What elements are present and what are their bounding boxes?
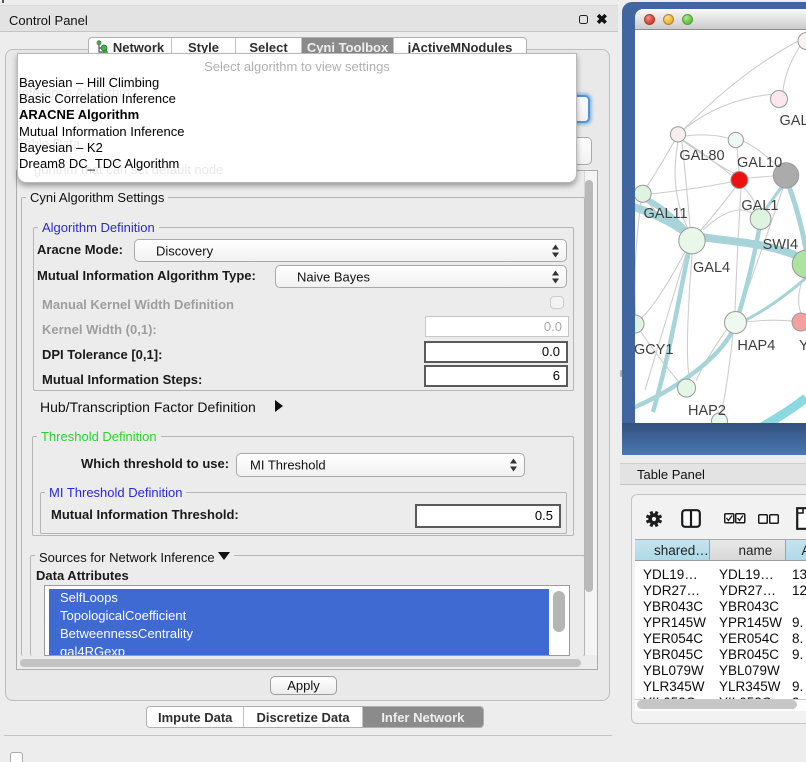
svg-text:GCY1: GCY1 xyxy=(635,342,674,358)
svg-text:GAL80: GAL80 xyxy=(679,148,724,164)
svg-text:GAL11: GAL11 xyxy=(644,206,688,222)
svg-text:Y: Y xyxy=(799,338,806,354)
svg-text:GAL10: GAL10 xyxy=(737,155,782,171)
svg-text:SWI4: SWI4 xyxy=(763,237,798,253)
svg-text:HAP2: HAP2 xyxy=(688,403,726,419)
svg-text:HAP4: HAP4 xyxy=(737,338,775,354)
svg-text:GAL4: GAL4 xyxy=(693,260,730,276)
svg-text:GAL7: GAL7 xyxy=(780,113,806,129)
svg-text:GAL1: GAL1 xyxy=(741,198,778,214)
